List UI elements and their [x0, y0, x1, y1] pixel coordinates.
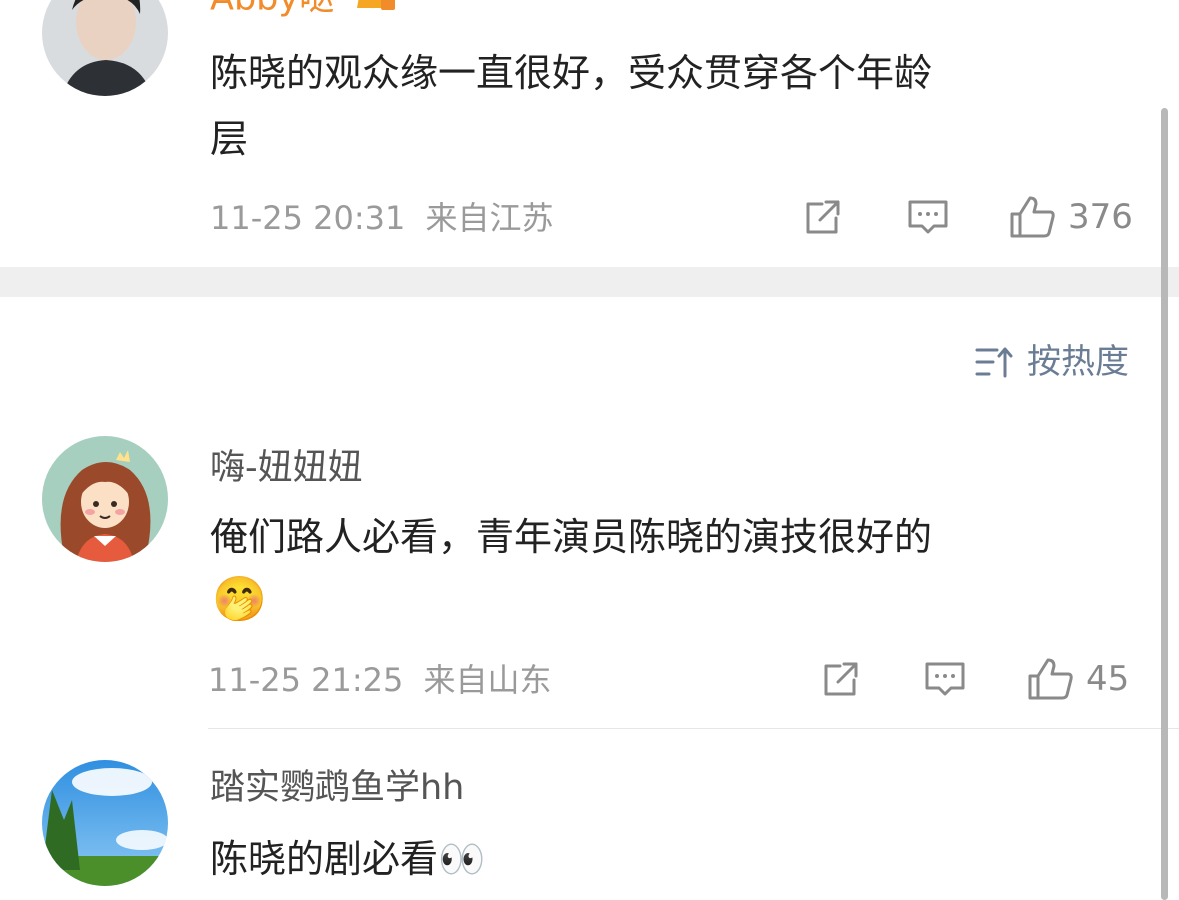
username[interactable]: Abby哒 — [210, 0, 397, 21]
scrollbar[interactable] — [1161, 108, 1168, 900]
section-separator — [0, 267, 1179, 297]
sort-icon — [975, 347, 1013, 378]
like-count: 45 — [1086, 659, 1130, 699]
username[interactable]: 踏实鹦鹉鱼学hh — [210, 768, 464, 808]
comment-button[interactable] — [923, 658, 967, 700]
comment-button[interactable] — [906, 196, 950, 238]
comment-divider — [208, 728, 1179, 729]
avatar[interactable] — [42, 436, 168, 562]
repost-icon — [824, 662, 858, 696]
sort-label: 按热度 — [1027, 342, 1129, 382]
comment-text: 陈晓的剧必看👀 — [210, 837, 486, 881]
comment-text: 层 — [210, 117, 249, 161]
username[interactable]: 嗨-妞妞妞 — [210, 448, 363, 488]
comment-meta: 11-25 21:25 来自山东 — [208, 660, 552, 700]
crown-badge-icon — [353, 0, 397, 21]
comment-time: 11-25 20:31 — [210, 199, 406, 237]
comment-icon — [925, 662, 965, 696]
like-button[interactable]: 45 — [1026, 656, 1129, 702]
like-count: 376 — [1068, 197, 1133, 237]
repost-button[interactable] — [802, 196, 844, 238]
comment-meta: 11-25 20:31 来自江苏 — [210, 198, 554, 238]
emoji-covering-mouth: 🤭 — [212, 574, 267, 625]
repost-icon — [806, 200, 840, 234]
thumbs-up-icon — [1010, 196, 1055, 238]
comment-location: 来自江苏 — [425, 199, 554, 237]
comment-icon — [908, 200, 948, 234]
comment-location: 来自山东 — [423, 661, 552, 699]
sort-button[interactable]: 按热度 — [975, 342, 1129, 382]
like-button[interactable]: 376 — [1008, 194, 1133, 240]
comment-time: 11-25 21:25 — [208, 661, 404, 699]
avatar[interactable] — [42, 760, 168, 886]
comment-text: 俺们路人必看，青年演员陈晓的演技很好的 — [210, 515, 933, 559]
avatar[interactable] — [42, 0, 168, 96]
thumbs-up-icon — [1028, 658, 1073, 700]
username-text[interactable]: Abby哒 — [210, 0, 334, 19]
repost-button[interactable] — [820, 658, 862, 700]
comment-text: 陈晓的观众缘一直很好，受众贯穿各个年龄 — [210, 51, 933, 95]
